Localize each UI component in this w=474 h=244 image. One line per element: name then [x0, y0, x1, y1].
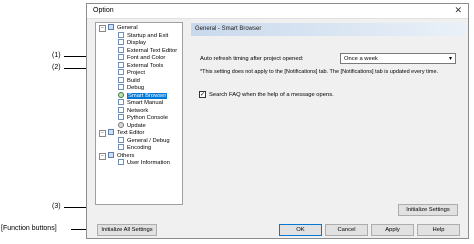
- page-icon: [118, 99, 124, 105]
- tree-item-label: Others: [117, 152, 135, 159]
- search-faq-label: Search FAQ when the help of a message op…: [209, 92, 334, 98]
- folder-icon: [108, 129, 114, 135]
- option-dialog: Option ✕ − General Startup and Exit Display…: [86, 3, 469, 239]
- page-icon: [118, 39, 124, 45]
- tree-item-label: User Information: [127, 160, 170, 166]
- page-icon: [118, 84, 124, 90]
- collapse-icon[interactable]: −: [99, 152, 106, 160]
- page-icon: [118, 46, 124, 53]
- initialize-settings-button[interactable]: Initialize Settings: [398, 204, 458, 216]
- page-icon: [118, 144, 124, 150]
- collapse-icon[interactable]: −: [99, 25, 106, 32]
- panel-title: General - Smart Browser: [195, 26, 262, 32]
- chevron-down-icon: ▾: [448, 56, 452, 62]
- page-icon: [118, 54, 124, 60]
- tree-item-label: Update: [127, 122, 146, 129]
- tree-item-label: Debug: [127, 85, 145, 91]
- folder-icon: [108, 24, 114, 30]
- page-icon: [118, 61, 124, 68]
- tree-item-label: General: [117, 25, 138, 31]
- tree-item-label: Display: [127, 40, 147, 46]
- initialize-all-settings-button[interactable]: Initialize All Settings: [97, 224, 157, 236]
- globe-icon: [118, 91, 124, 98]
- page-icon: [118, 106, 124, 113]
- callout-2-label: (2): [52, 64, 61, 71]
- page-icon: [118, 76, 124, 83]
- tree-item-label: External Text Editor: [127, 47, 178, 54]
- note-text: *This setting does not apply to the [Not…: [200, 69, 439, 75]
- tree-item-label: Startup and Exit: [127, 32, 169, 39]
- tree-item-label: Build: [127, 77, 140, 84]
- tree-item-label: Text Editor: [117, 130, 145, 136]
- tree-item-label: Smart Browser: [127, 92, 168, 99]
- check-icon: ✓: [200, 92, 206, 98]
- tree-item-label: External Tools: [127, 62, 164, 69]
- callout-3-label: (3): [52, 203, 61, 210]
- page-icon: [118, 69, 124, 75]
- page-icon: [118, 136, 124, 143]
- tree-item-label: General / Debug: [127, 137, 170, 144]
- page-icon: [118, 159, 124, 165]
- tree-item-label: Python Console: [127, 115, 168, 121]
- tree-item-label: Encoding: [127, 145, 152, 151]
- tree-item-label: Project: [127, 70, 146, 76]
- page-icon: [118, 31, 124, 38]
- tree-item-user-information[interactable]: User Information: [118, 159, 170, 167]
- category-tree: − General Startup and Exit Display External …: [95, 22, 183, 205]
- cancel-button[interactable]: Cancel: [325, 224, 368, 236]
- window-title: Option: [93, 7, 114, 14]
- tree-item-label: Smart Manual: [127, 100, 164, 106]
- gear-icon: [118, 121, 124, 128]
- auto-refresh-value: Once a week: [344, 56, 378, 62]
- callout-1-label: (1): [52, 52, 61, 59]
- auto-refresh-dropdown[interactable]: Once a week ▾: [340, 53, 456, 64]
- collapse-icon[interactable]: −: [99, 130, 106, 137]
- page-icon: [118, 114, 124, 120]
- function-buttons-label: [Function buttons]: [1, 225, 57, 232]
- search-faq-checkbox[interactable]: ✓: [199, 91, 206, 98]
- close-icon[interactable]: ✕: [454, 5, 462, 16]
- panel-header: General - Smart Browser: [191, 23, 465, 36]
- tree-item-label: Network: [127, 107, 149, 114]
- auto-refresh-label: Auto refresh timing after project opened…: [200, 56, 304, 62]
- title-bar: Option ✕: [87, 4, 468, 19]
- tree-item-label: Font and Color: [127, 55, 166, 61]
- apply-button[interactable]: Apply: [371, 224, 414, 236]
- folder-icon: [108, 151, 114, 158]
- help-button[interactable]: Help: [417, 224, 460, 236]
- ok-button[interactable]: OK: [279, 224, 322, 236]
